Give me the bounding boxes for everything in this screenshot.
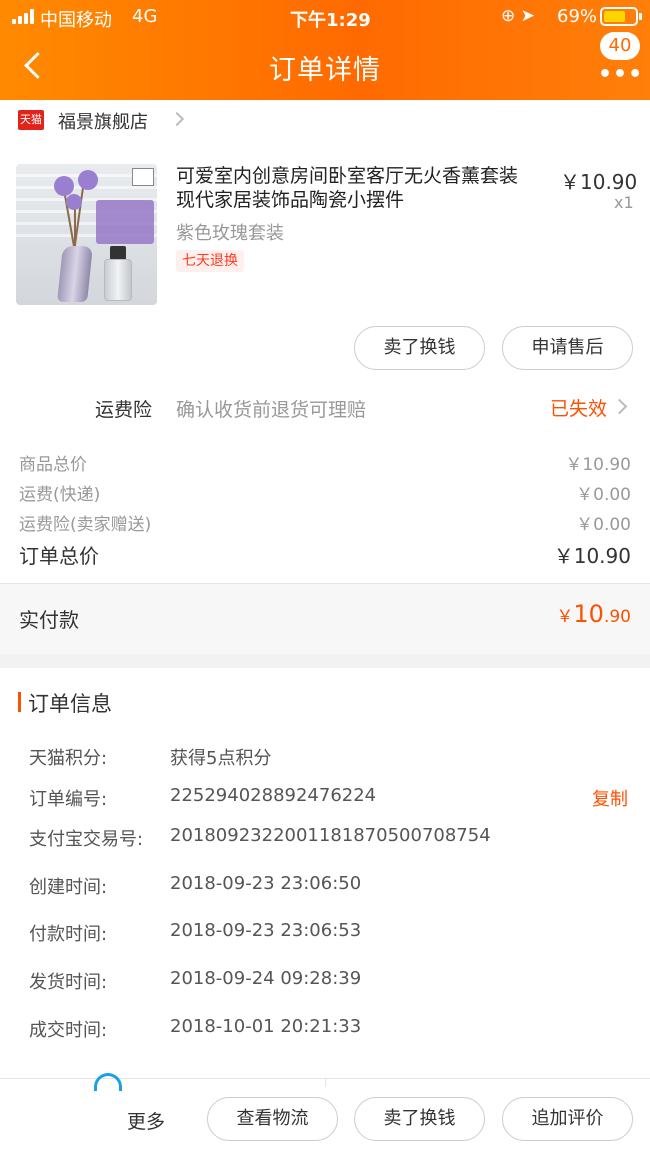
more-button[interactable]: 更多 bbox=[127, 1107, 165, 1134]
paid-label: 实付款 bbox=[19, 608, 79, 632]
tmall-icon: 天猫 bbox=[18, 110, 44, 130]
return-policy-tag: 七天退换 bbox=[176, 250, 244, 272]
carrier-name: 中国移动 bbox=[40, 10, 112, 31]
more-menu-icon[interactable]: ••• bbox=[598, 62, 643, 87]
message-count-badge[interactable]: 40 bbox=[600, 32, 640, 60]
sell-button[interactable]: 卖了换钱 bbox=[354, 326, 485, 370]
shop-name[interactable]: 福景旗舰店 bbox=[58, 108, 148, 134]
summary-label: 运费(快递) bbox=[19, 485, 101, 505]
info-key: 支付宝交易号: bbox=[29, 829, 144, 850]
summary-value: ￥10.90 bbox=[565, 455, 631, 475]
product-quantity: x1 bbox=[614, 193, 634, 212]
shop-card: 天猫 福景旗舰店 可爱室内创意房间卧室客厅无火香薰套装现代家居装饰品陶瓷小摆件 … bbox=[0, 100, 650, 428]
summary-value: ￥0.00 bbox=[576, 515, 631, 535]
paid-currency: ￥ bbox=[556, 607, 574, 627]
paid-value: ￥10.90 bbox=[556, 600, 631, 628]
signal-icon bbox=[12, 9, 36, 24]
page-title: 订单详情 bbox=[269, 55, 381, 86]
insurance-label: 运费险 bbox=[95, 399, 153, 421]
info-key: 创建时间: bbox=[29, 877, 108, 898]
sell-button[interactable]: 卖了换钱 bbox=[354, 1097, 485, 1141]
product-title[interactable]: 可爱室内创意房间卧室客厅无火香薰套装现代家居装饰品陶瓷小摆件 bbox=[176, 164, 536, 212]
chevron-right-icon[interactable] bbox=[611, 398, 628, 415]
chevron-right-icon[interactable] bbox=[169, 111, 185, 127]
insurance-status[interactable]: 已失效 bbox=[550, 394, 607, 421]
info-key: 订单编号: bbox=[29, 789, 108, 810]
paid-amount-row: 实付款 ￥10.90 bbox=[0, 584, 650, 654]
section-marker bbox=[18, 692, 21, 712]
battery-level bbox=[604, 11, 625, 22]
summary-value: ￥0.00 bbox=[576, 485, 631, 505]
info-value: 2018092322001181870500708754 bbox=[170, 825, 491, 846]
order-total-value: ￥10.90 bbox=[553, 544, 631, 568]
info-value: 225294028892476224 bbox=[170, 785, 377, 806]
info-value: 获得5点积分 bbox=[170, 748, 272, 769]
location-lock-icon: ⊕ ➤ bbox=[501, 6, 535, 26]
product-price: ￥10.90 bbox=[560, 170, 638, 194]
info-key: 成交时间: bbox=[29, 1020, 108, 1041]
after-sale-button[interactable]: 申请售后 bbox=[502, 326, 633, 370]
info-value: 2018-09-24 09:28:39 bbox=[170, 968, 362, 989]
top-bar: 中国移动 4G 下午1:29 ⊕ ➤ 69% 订单详情 ••• 40 bbox=[0, 0, 650, 100]
paid-integer: 10 bbox=[573, 600, 604, 628]
status-bar: 中国移动 4G 下午1:29 ⊕ ➤ 69% bbox=[0, 0, 650, 34]
order-total-label: 订单总价 bbox=[19, 544, 99, 568]
order-info-heading: 订单信息 bbox=[28, 692, 112, 716]
order-info-section: 订单信息 天猫积分: 获得5点积分 订单编号: 2252940288924762… bbox=[0, 668, 650, 1078]
price-summary: 商品总价 ￥10.90 运费(快递) ￥0.00 运费险(卖家赠送) ￥0.00… bbox=[0, 428, 650, 584]
summary-label: 商品总价 bbox=[19, 455, 87, 475]
copy-order-number-button[interactable]: 复制 bbox=[592, 785, 628, 811]
view-logistics-button[interactable]: 查看物流 bbox=[207, 1097, 338, 1141]
status-time: 下午1:29 bbox=[290, 10, 371, 31]
network-type: 4G bbox=[132, 6, 158, 27]
info-value: 2018-09-23 23:06:50 bbox=[170, 873, 362, 894]
info-value: 2018-09-23 23:06:53 bbox=[170, 920, 362, 941]
bottom-action-bar: 更多 查看物流 卖了换钱 追加评价 bbox=[0, 1073, 650, 1155]
divider bbox=[325, 1079, 326, 1087]
info-key: 发货时间: bbox=[29, 972, 108, 993]
add-review-button[interactable]: 追加评价 bbox=[502, 1097, 633, 1141]
info-key: 付款时间: bbox=[29, 924, 108, 945]
summary-label: 运费险(卖家赠送) bbox=[19, 515, 152, 535]
info-key: 天猫积分: bbox=[29, 748, 108, 769]
product-sku: 紫色玫瑰套装 bbox=[176, 223, 284, 244]
info-value: 2018-10-01 20:21:33 bbox=[170, 1016, 362, 1037]
insurance-desc: 确认收货前退货可理赔 bbox=[176, 399, 367, 421]
battery-percent: 69% bbox=[557, 6, 598, 27]
product-image[interactable] bbox=[16, 164, 157, 305]
battery-icon bbox=[600, 7, 642, 26]
paid-decimal: .90 bbox=[603, 607, 631, 627]
